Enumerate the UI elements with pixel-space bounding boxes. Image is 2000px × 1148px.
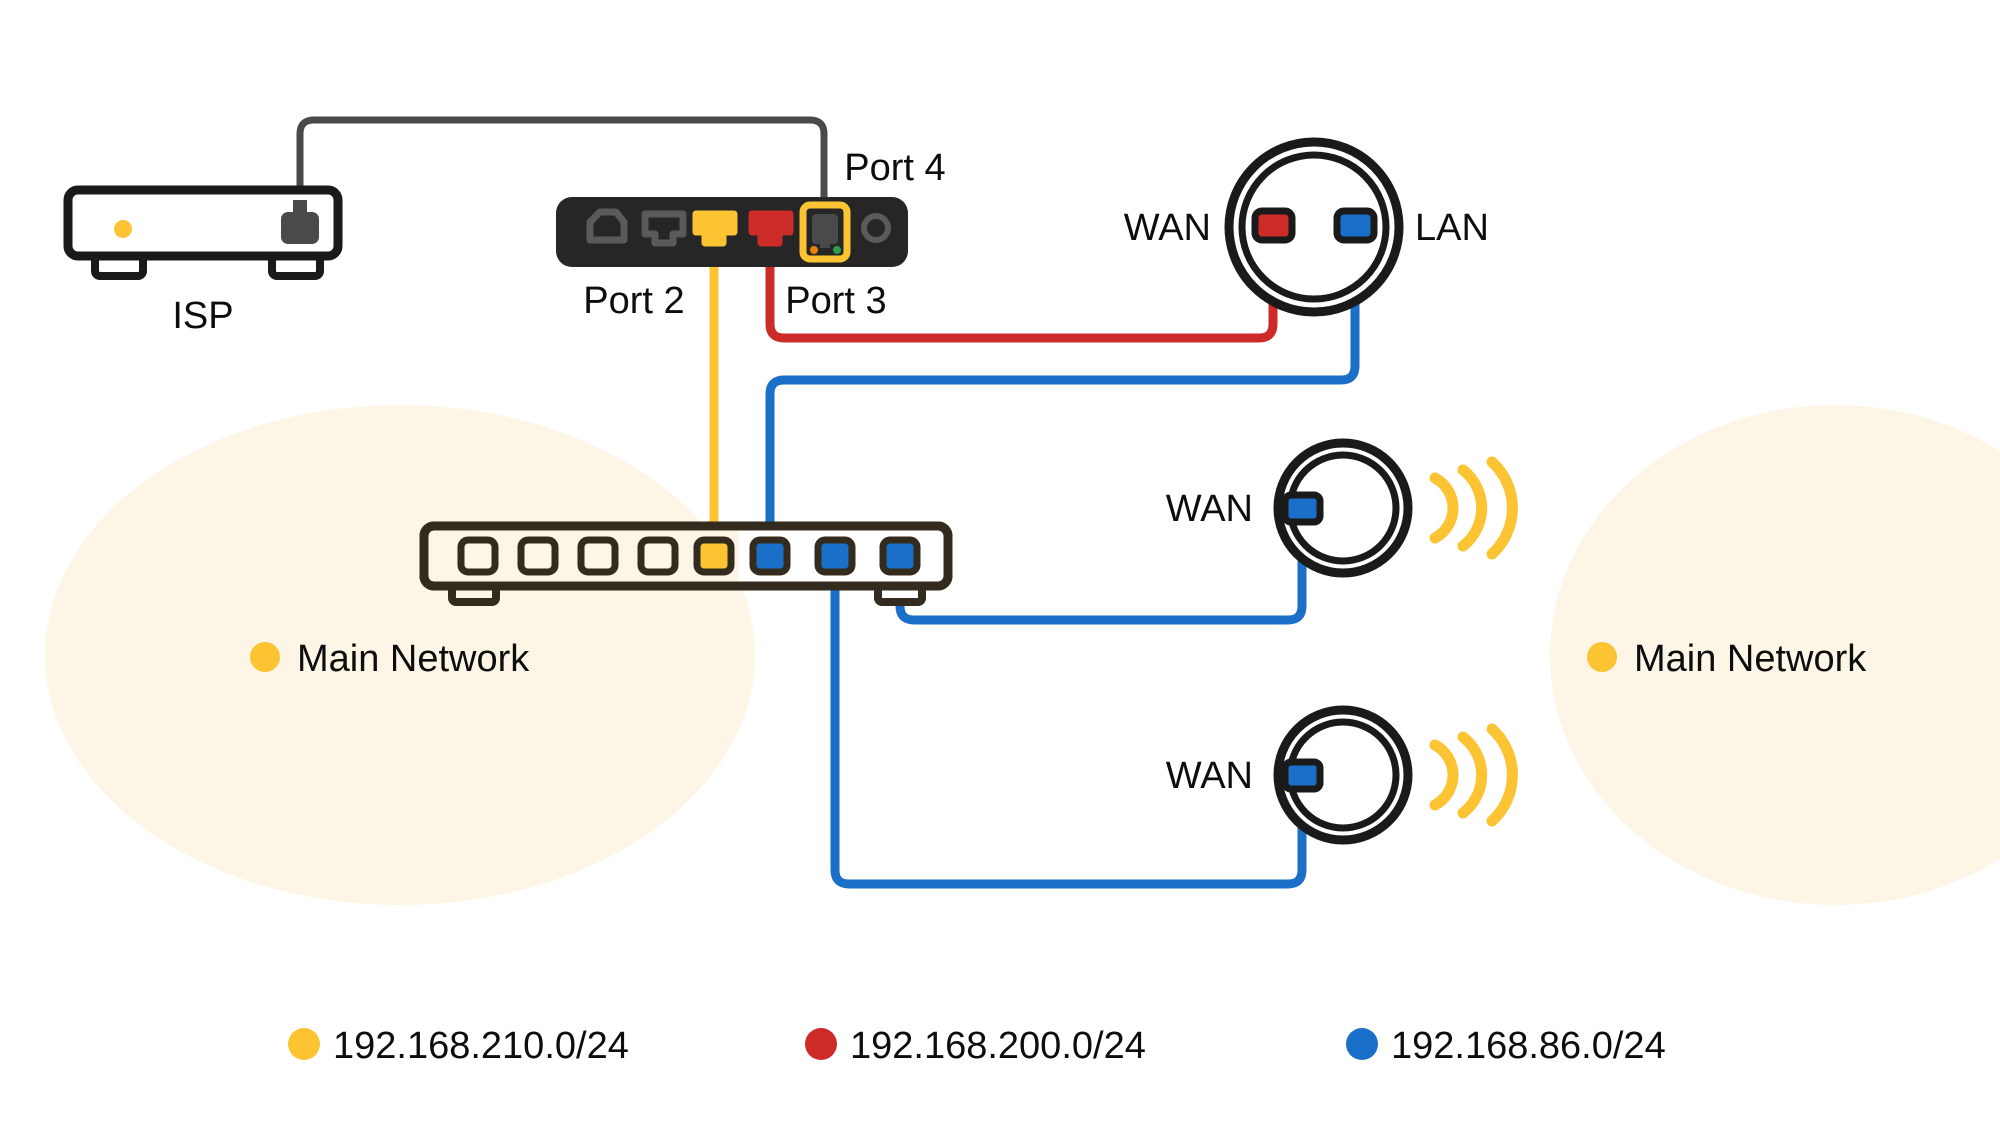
zone-left-dot-icon [250,642,280,672]
access-point-bottom[interactable] [1273,705,1413,845]
access-point-bottom-wan-port-icon[interactable] [1281,758,1324,793]
access-point-bottom-wan-label: WAN [1166,755,1253,797]
access-point-middle-wan-port-icon[interactable] [1281,491,1324,526]
legend-yellow-dot-icon [288,1028,320,1060]
router-port-4-jack-notch [820,240,830,248]
router-port-4-led-orange-icon [810,246,818,254]
legend: 192.168.210.0/24 192.168.200.0/24 192.16… [288,1025,1666,1067]
access-point-middle-wifi-icon [1429,456,1518,560]
switch-port-6-icon[interactable] [749,536,791,576]
legend-item-yellow: 192.168.210.0/24 [288,1025,629,1067]
router-port-3-label: Port 3 [785,280,886,322]
access-point-top-wan-label: WAN [1124,207,1211,249]
access-point-top-lan-label: LAN [1415,207,1489,249]
switch-port-5-icon[interactable] [693,536,735,576]
isp-cable-connector-icon [281,212,319,244]
access-point-top-wan-port-icon[interactable] [1251,207,1296,244]
zone-right-label: Main Network [1634,638,1867,680]
router-port-4-led-green-icon [833,246,841,254]
access-point-top[interactable] [1224,137,1404,317]
access-point-middle[interactable] [1273,438,1413,578]
router-port-4-label: Port 4 [844,147,945,189]
isp-label: ISP [172,295,233,337]
legend-item-red: 192.168.200.0/24 [805,1025,1146,1067]
cable-switch-to-ap2-wan-path [895,515,1307,625]
legend-red-label: 192.168.200.0/24 [850,1025,1146,1067]
legend-blue-dot-icon [1346,1028,1378,1060]
access-point-middle-wan-label: WAN [1166,488,1253,530]
network-diagram-canvas: ISP Port 4 Port 2 Port 3 WAN LAN WAN WAN… [0,0,2000,1148]
isp-cable-connector-neck [293,200,307,216]
router-port-4-jack [812,214,838,244]
legend-yellow-label: 192.168.210.0/24 [333,1025,629,1067]
legend-blue-label: 192.168.86.0/24 [1391,1025,1666,1067]
switch-port-7-icon[interactable] [814,536,856,576]
zone-right-dot-icon [1587,642,1617,672]
switch-port-8-icon[interactable] [879,536,921,576]
legend-red-dot-icon [805,1028,837,1060]
isp-status-led-icon [114,220,132,238]
router-port-2-label: Port 2 [583,280,684,322]
access-point-top-lan-port-icon[interactable] [1333,207,1378,244]
legend-item-blue: 192.168.86.0/24 [1346,1025,1666,1067]
zone-left-label: Main Network [297,638,530,680]
access-point-bottom-wifi-icon [1429,723,1518,827]
isp-modem[interactable] [63,185,343,280]
router-device[interactable] [556,197,908,267]
